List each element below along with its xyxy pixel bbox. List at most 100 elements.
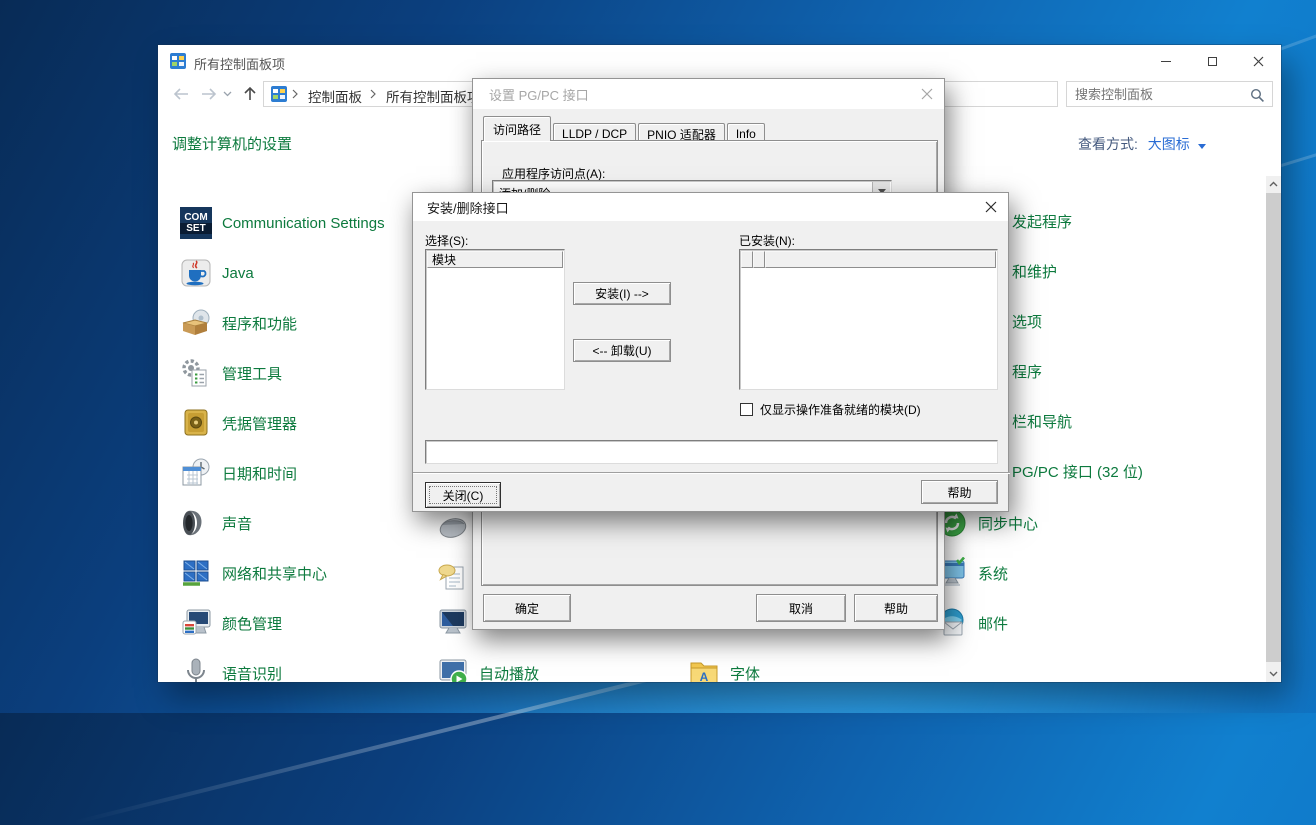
date-time-icon xyxy=(180,457,212,489)
cp-item-speech-recognition[interactable]: 语音识别 xyxy=(180,657,282,682)
install-dialog-close-button[interactable]: 关闭(C) xyxy=(425,482,501,508)
pgpc-ok-button[interactable]: 确定 xyxy=(483,594,571,622)
admin-tools-icon xyxy=(180,357,212,389)
breadcrumb-all-items[interactable]: 所有控制面板项 xyxy=(386,86,481,106)
ready-modules-checkbox-row[interactable]: 仅显示操作准备就绪的模块(D) xyxy=(740,401,921,418)
breadcrumb-separator-icon[interactable] xyxy=(292,89,298,99)
search-box[interactable] xyxy=(1066,81,1273,107)
recent-pages-button[interactable] xyxy=(220,85,234,103)
scroll-down-button[interactable] xyxy=(1266,666,1281,682)
cp-item-admin-tools[interactable]: 管理工具 xyxy=(180,357,282,389)
java-icon xyxy=(180,257,212,289)
color-management-icon xyxy=(180,607,212,639)
cp-item-communication-settings[interactable]: COM SET Communication Settings xyxy=(180,207,385,239)
cp-item-network-sharing[interactable]: 网络和共享中心 xyxy=(180,557,327,589)
focus-rect xyxy=(429,486,497,504)
search-icon[interactable] xyxy=(1249,87,1265,103)
install-dialog-help-button[interactable]: 帮助 xyxy=(921,480,998,504)
close-icon xyxy=(1253,56,1264,67)
close-button[interactable] xyxy=(1235,45,1281,77)
status-field xyxy=(425,440,998,464)
scroll-thumb[interactable] xyxy=(1266,193,1281,662)
view-mode-value[interactable]: 大图标 xyxy=(1148,136,1190,152)
install-remove-dialog: 安装/删除接口 选择(S): 已安装(N): 模块 安装(I) --> <-- … xyxy=(412,192,1009,512)
network-sharing-icon xyxy=(180,557,212,589)
ready-modules-checkbox-label: 仅显示操作准备就绪的模块(D) xyxy=(760,401,921,418)
maximize-button[interactable] xyxy=(1189,45,1235,77)
cp-item-fragment[interactable]: 发起程序 xyxy=(1012,213,1072,233)
computer-monitor-icon xyxy=(437,606,469,638)
mouse-icon xyxy=(437,511,469,543)
cp-item-credential-manager[interactable]: 凭据管理器 xyxy=(180,407,297,439)
chevron-down-icon xyxy=(223,91,232,97)
breadcrumb-control-panel[interactable]: 控制面板 xyxy=(308,86,362,106)
document-speech-bubble-icon xyxy=(437,561,469,593)
cp-item-java[interactable]: Java xyxy=(180,257,254,289)
view-mode-dropdown-icon[interactable] xyxy=(1198,144,1206,149)
installed-column-header-2[interactable] xyxy=(753,251,765,268)
breadcrumb-app-icon xyxy=(271,86,287,102)
scroll-up-button[interactable] xyxy=(1266,176,1281,192)
tab-access-path[interactable]: 访问路径 xyxy=(483,116,551,141)
cp-item-fonts[interactable]: A 字体 xyxy=(688,657,760,682)
installed-column-header-1[interactable] xyxy=(741,251,753,268)
pgpc-dialog-titlebar: 设置 PG/PC 接口 xyxy=(473,79,944,109)
up-icon xyxy=(243,86,257,102)
cp-item-date-time[interactable]: 日期和时间 xyxy=(180,457,297,489)
pgpc-help-button[interactable]: 帮助 xyxy=(854,594,938,622)
cp-item-computer[interactable] xyxy=(437,606,469,638)
view-mode-label: 查看方式: xyxy=(1078,136,1138,152)
back-button[interactable] xyxy=(168,81,194,107)
cp-item-system[interactable]: 系统 xyxy=(936,557,1008,589)
pgpc-dialog-title: 设置 PG/PC 接口 xyxy=(489,85,589,104)
chevron-up-icon xyxy=(1269,181,1278,187)
checkbox-icon[interactable] xyxy=(740,403,753,416)
minimize-button[interactable] xyxy=(1143,45,1189,77)
install-close-button[interactable] xyxy=(983,200,999,214)
chevron-down-icon xyxy=(1269,671,1278,677)
forward-icon xyxy=(200,86,218,102)
minimize-icon xyxy=(1161,61,1171,62)
installed-column-header-3[interactable] xyxy=(765,251,996,268)
module-column-header[interactable]: 模块 xyxy=(427,251,563,268)
window-titlebar: 所有控制面板项 xyxy=(158,45,1281,78)
cp-item-programs-features[interactable]: 程序和功能 xyxy=(180,307,297,339)
dialog-separator xyxy=(413,472,1010,474)
vertical-scrollbar[interactable] xyxy=(1266,176,1281,682)
cp-item-sound[interactable]: 声音 xyxy=(180,507,252,539)
close-icon xyxy=(985,201,997,213)
page-title: 调整计算机的设置 xyxy=(172,133,292,154)
close-icon xyxy=(921,88,933,100)
cp-item-pgpc-interface[interactable]: PG/PC 接口 (32 位) xyxy=(1012,463,1143,483)
back-icon xyxy=(172,86,190,102)
install-dialog-title: 安装/删除接口 xyxy=(427,198,509,217)
cp-item-fragment[interactable]: 栏和导航 xyxy=(1012,413,1072,433)
window-title: 所有控制面板项 xyxy=(194,54,285,73)
cp-item-fragment[interactable]: 程序 xyxy=(1012,363,1042,383)
forward-button[interactable] xyxy=(196,81,222,107)
up-button[interactable] xyxy=(238,81,262,107)
cp-item-mail[interactable]: 邮件 xyxy=(936,607,1008,639)
cp-item-fragment[interactable]: 选项 xyxy=(1012,313,1042,333)
autoplay-icon xyxy=(437,657,469,682)
install-button[interactable]: 安装(I) --> xyxy=(573,282,671,305)
cp-item-mouse[interactable] xyxy=(437,511,469,543)
speech-recognition-icon xyxy=(180,657,212,682)
cp-item-color-management[interactable]: 颜色管理 xyxy=(180,607,282,639)
credential-manager-icon xyxy=(180,407,212,439)
pgpc-cancel-button[interactable]: 取消 xyxy=(756,594,846,622)
view-mode: 查看方式: 大图标 xyxy=(1078,134,1206,154)
installed-list[interactable] xyxy=(739,249,998,390)
select-label: 选择(S): xyxy=(425,232,468,249)
cp-item-fragment[interactable]: 和维护 xyxy=(1012,263,1057,283)
cp-item-autoplay[interactable]: 自动播放 xyxy=(437,657,539,682)
installed-label: 已安装(N): xyxy=(739,232,795,249)
uninstall-button[interactable]: <-- 卸载(U) xyxy=(573,339,671,362)
cp-item-document-speech[interactable] xyxy=(437,561,469,593)
control-panel-app-icon xyxy=(170,53,186,69)
breadcrumb-separator-icon[interactable] xyxy=(370,89,376,99)
pgpc-close-button[interactable] xyxy=(919,87,935,101)
maximize-icon xyxy=(1208,57,1217,66)
search-input[interactable] xyxy=(1075,83,1245,105)
module-select-list[interactable]: 模块 xyxy=(425,249,565,390)
